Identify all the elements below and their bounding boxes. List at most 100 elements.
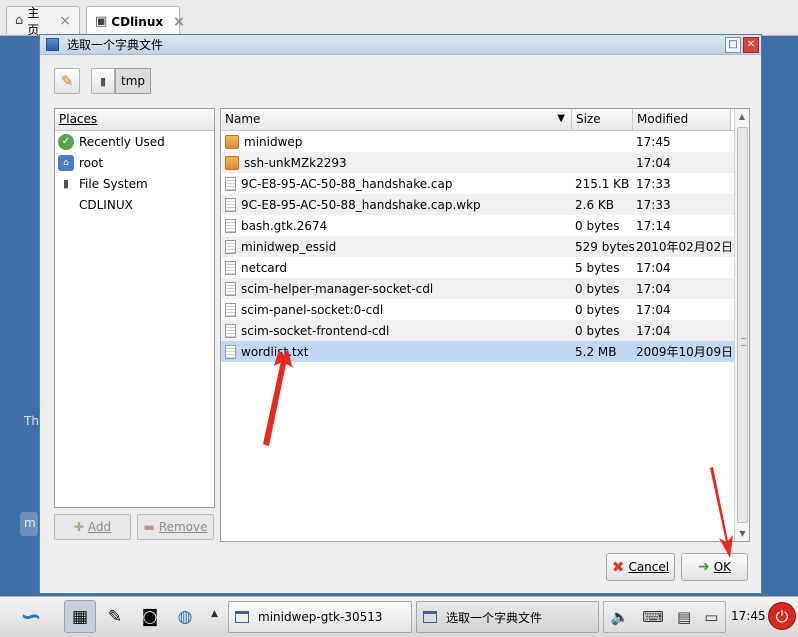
drive-icon: ▮ — [62, 177, 70, 190]
folder-icon — [225, 134, 239, 149]
taskbar-window-file-chooser[interactable]: 选取一个字典文件 — [416, 601, 599, 633]
file-row[interactable]: scim-panel-socket:0-cdl 0 bytes 17:04 — [221, 299, 749, 320]
text-file-icon — [225, 239, 236, 254]
file-modified-cell: 17:04 — [636, 323, 671, 338]
file-row[interactable]: scim-socket-frontend-cdl 0 bytes 17:04 — [221, 320, 749, 341]
places-pane: Places ✓ Recently Used ⌂ root ▮ File Sys… — [54, 108, 215, 508]
scroll-up-arrow-icon[interactable]: ▲ — [735, 109, 749, 124]
file-size-cell: 5 bytes — [575, 260, 620, 275]
text-file-icon — [225, 302, 236, 317]
file-row[interactable]: ssh-unkMZk2293 17:04 — [221, 152, 749, 173]
battery-icon[interactable]: ▭ — [704, 608, 718, 626]
browser-tab-bar: ⌂ 主页 × ▣ CDlinux × — [0, 0, 798, 37]
file-row[interactable]: minidwep 17:45 — [221, 131, 749, 152]
file-name-cell: scim-socket-frontend-cdl — [221, 323, 572, 338]
close-button[interactable]: ✕ — [743, 36, 759, 53]
taskbar: ∽ ▦ ✎ ◙ ◍ ▲ minidwep-gtk-30513 选取一个字典文件 … — [0, 596, 798, 637]
file-modified-cell: 2010年02月02日 — [636, 240, 731, 254]
close-icon[interactable]: × — [59, 13, 71, 29]
pencil-icon: ✎ — [60, 72, 74, 90]
window-icon — [235, 611, 249, 623]
text-file-icon — [225, 176, 236, 191]
home-folder-icon: ⌂ — [58, 154, 74, 171]
text-file-icon — [225, 197, 236, 212]
drive-icon: ▮ — [99, 74, 107, 88]
text-file-icon — [225, 218, 236, 233]
network-icon[interactable]: ▤ — [677, 608, 691, 626]
scrollbar-thumb[interactable] — [737, 127, 748, 523]
close-icon[interactable]: × — [173, 14, 185, 30]
file-row[interactable]: 9C-E8-95-AC-50-88_handshake.cap 215.1 KB 1… — [221, 173, 749, 194]
power-icon[interactable]: ⏻ — [768, 602, 796, 630]
places-header[interactable]: Places — [55, 109, 214, 131]
file-modified-cell: 17:33 — [636, 197, 671, 212]
launcher-more-icon[interactable]: ▲ — [211, 609, 218, 619]
text-editor-launcher-icon[interactable]: ✎ — [99, 600, 131, 633]
ok-button[interactable]: ➜ OK — [681, 553, 748, 581]
file-list-scrollbar[interactable]: ▲ ▼ — [734, 109, 749, 541]
tab-home-label: 主页 — [27, 5, 40, 37]
file-modified-cell: 17:04 — [636, 302, 671, 317]
file-size-cell: 0 bytes — [575, 302, 620, 317]
taskbar-window-minidwep[interactable]: minidwep-gtk-30513 — [228, 601, 412, 633]
text-file-icon — [225, 344, 236, 359]
place-cdlinux[interactable]: CDLINUX — [55, 194, 214, 215]
path-tmp-label: tmp — [120, 74, 145, 88]
path-tmp-button[interactable]: tmp — [115, 68, 151, 94]
file-row[interactable]: 9C-E8-95-AC-50-88_handshake.cap.wkp 2.6 K… — [221, 194, 749, 215]
system-tray: 🔈 ⌨ ▤ ▭ — [603, 601, 726, 633]
file-name-cell: minidwep — [221, 134, 572, 149]
place-recently-used[interactable]: ✓ Recently Used — [55, 131, 214, 152]
file-size-cell: 0 bytes — [575, 281, 620, 296]
sort-down-icon: ▼ — [557, 113, 565, 124]
file-row[interactable]: minidwep_essid 529 bytes 2010年02月02日 — [221, 236, 749, 257]
browser-launcher-icon[interactable]: ◍ — [169, 600, 201, 633]
file-row[interactable]: bash.gtk.2674 0 bytes 17:14 — [221, 215, 749, 236]
file-size-cell: 529 bytes — [575, 239, 635, 254]
file-modified-cell: 17:14 — [636, 218, 671, 233]
cancel-button[interactable]: ✖ Cancel — [606, 553, 675, 581]
tab-cdlinux-label: CDlinux — [111, 14, 164, 29]
recent-icon: ✓ — [58, 133, 74, 150]
place-label: File System — [79, 176, 148, 191]
file-manager-launcher-icon[interactable]: ▦ — [64, 600, 96, 633]
place-label: CDLINUX — [79, 197, 133, 212]
volume-icon[interactable]: 🔈 — [611, 608, 630, 626]
remove-bookmark-button[interactable]: ▬ Remove — [137, 514, 214, 540]
file-size-cell: 2.6 KB — [575, 197, 614, 212]
column-name-header[interactable]: Name ▼ — [221, 109, 572, 130]
path-root-button[interactable]: ▮ — [91, 68, 115, 94]
file-name-cell: 9C-E8-95-AC-50-88_handshake.cap — [221, 176, 572, 191]
cdlinux-logo-icon[interactable]: ∽ — [6, 601, 56, 633]
image-viewer-launcher-icon[interactable]: ◙ — [134, 600, 166, 633]
dialog-titlebar[interactable]: 选取一个字典文件 □ ✕ — [40, 35, 761, 55]
file-size-cell: 5.2 MB — [575, 344, 617, 359]
file-size-cell: 0 bytes — [575, 323, 620, 338]
add-bookmark-button[interactable]: ✚ Add — [54, 514, 131, 540]
keyboard-icon[interactable]: ⌨ — [642, 608, 664, 626]
edit-location-button[interactable]: ✎ — [54, 68, 80, 94]
file-size-cell: 0 bytes — [575, 218, 620, 233]
file-modified-cell: 2009年10月09日 — [636, 345, 731, 359]
maximize-button[interactable]: □ — [725, 36, 741, 53]
file-row[interactable]: wordlist.txt 5.2 MB 2009年10月09日 — [221, 341, 749, 362]
file-name-cell: netcard — [221, 260, 572, 275]
file-name-cell: scim-helper-manager-socket-cdl — [221, 281, 572, 296]
file-chooser-dialog: 选取一个字典文件 □ ✕ ✎ ▮ tmp Places ✓ Recently U… — [39, 34, 762, 594]
plus-icon: ✚ — [73, 520, 84, 534]
column-modified-header[interactable]: Modified — [633, 109, 731, 130]
place-file-system[interactable]: ▮ File System — [55, 173, 214, 194]
file-modified-cell: 17:04 — [636, 260, 671, 275]
place-label: Recently Used — [79, 134, 165, 149]
file-row[interactable]: netcard 5 bytes 17:04 — [221, 257, 749, 278]
tab-cdlinux[interactable]: ▣ CDlinux × — [86, 6, 185, 36]
file-name-cell: minidwep_essid — [221, 239, 572, 254]
column-size-header[interactable]: Size — [572, 109, 633, 130]
file-row[interactable]: scim-helper-manager-socket-cdl 0 bytes 17:… — [221, 278, 749, 299]
place-root[interactable]: ⌂ root — [55, 152, 214, 173]
tab-home[interactable]: ⌂ 主页 × — [6, 6, 80, 37]
scroll-down-arrow-icon[interactable]: ▼ — [735, 526, 750, 541]
folder-icon — [225, 155, 239, 170]
file-modified-cell: 17:04 — [636, 281, 671, 296]
file-name-cell: 9C-E8-95-AC-50-88_handshake.cap.wkp — [221, 197, 572, 212]
